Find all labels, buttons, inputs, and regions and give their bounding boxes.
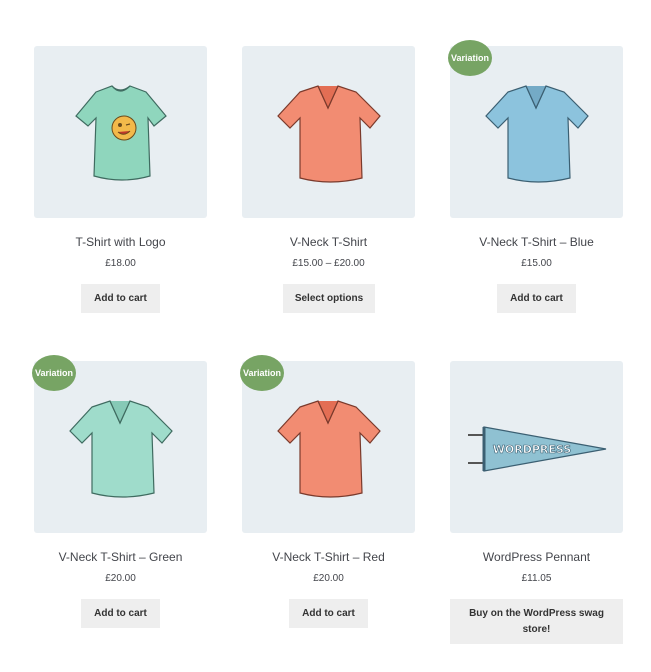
buy-external-button[interactable]: Buy on the WordPress swag store! [450, 599, 623, 644]
add-to-cart-button[interactable]: Add to cart [81, 599, 160, 628]
pennant-text: WORDPRESS [493, 443, 572, 456]
product-card: Variation V-Neck T-Shirt – Red £20.00 Ad… [240, 355, 415, 651]
product-title[interactable]: V-Neck T-Shirt [242, 235, 415, 249]
product-title[interactable]: T-Shirt with Logo [34, 235, 207, 249]
variation-badge: Variation [32, 355, 76, 391]
product-card: V-Neck T-Shirt £15.00 – £20.00 Select op… [242, 46, 415, 316]
product-card: Variation V-Neck T-Shirt – Green £20.00 … [32, 355, 207, 651]
add-to-cart-button[interactable]: Add to cart [81, 284, 160, 313]
vneck-tshirt-icon [277, 85, 381, 183]
product-price: £20.00 [105, 573, 136, 584]
product-price: £15.00 [521, 258, 552, 269]
variation-badge: Variation [448, 40, 492, 76]
select-options-button[interactable]: Select options [283, 284, 375, 313]
product-card: Variation V-Neck T-Shirt – Blue £15.00 A… [448, 40, 623, 316]
product-card: WORDPRESS WordPress Pennant £11.05 Buy o… [450, 361, 623, 651]
product-title[interactable]: V-Neck T-Shirt – Green [34, 550, 207, 564]
product-price: £15.00 – £20.00 [292, 258, 365, 269]
product-card: T-Shirt with Logo £18.00 Add to cart [34, 46, 207, 316]
add-to-cart-button[interactable]: Add to cart [289, 599, 368, 628]
tshirt-logo-icon [75, 85, 167, 181]
product-image[interactable]: WORDPRESS [450, 361, 623, 533]
pennant-icon: WORDPRESS [468, 426, 607, 472]
product-title[interactable]: WordPress Pennant [450, 550, 623, 564]
add-to-cart-button[interactable]: Add to cart [497, 284, 576, 313]
product-price: £11.05 [521, 573, 552, 584]
product-image[interactable] [34, 46, 207, 218]
product-price: £20.00 [313, 573, 344, 584]
product-grid: T-Shirt with Logo £18.00 Add to cart V-N… [0, 0, 651, 672]
product-title[interactable]: V-Neck T-Shirt – Blue [450, 235, 623, 249]
variation-badge: Variation [240, 355, 284, 391]
product-price: £18.00 [105, 258, 136, 269]
product-title[interactable]: V-Neck T-Shirt – Red [242, 550, 415, 564]
product-image[interactable] [242, 46, 415, 218]
